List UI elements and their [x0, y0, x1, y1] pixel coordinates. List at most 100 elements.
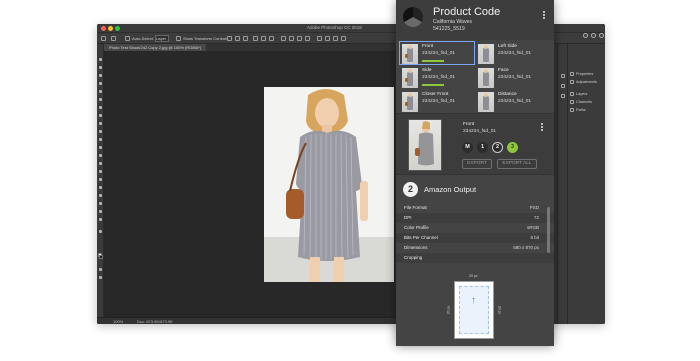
screen-mode-icon[interactable]	[99, 276, 102, 279]
selected-shot-image	[408, 119, 442, 171]
quick-mask-icon[interactable]	[99, 268, 102, 271]
thumbnail-face[interactable]: Face 234234_fsd_01	[475, 65, 551, 89]
progress-bar	[422, 84, 444, 86]
quick-select-tool-icon[interactable]	[99, 82, 102, 85]
thumbnail-image	[478, 44, 494, 64]
minimize-window-button[interactable]	[108, 26, 113, 31]
paragraph-icon[interactable]	[561, 94, 565, 98]
frame-tool-icon[interactable]	[99, 98, 102, 101]
lasso-tool-icon[interactable]	[99, 74, 102, 77]
adjustments-icon	[570, 80, 574, 84]
move-tool-icon[interactable]	[111, 36, 116, 41]
zoom-level[interactable]: 100%	[113, 319, 123, 324]
output-1-button[interactable]: 1	[477, 142, 488, 153]
property-key: Cropping	[404, 255, 423, 260]
align-top-icon[interactable]	[253, 36, 258, 41]
shape-tool-icon[interactable]	[99, 202, 102, 205]
property-value: 72	[533, 215, 539, 220]
hand-tool-icon[interactable]	[99, 210, 102, 213]
thumbnail-left-side[interactable]: Left Side 234234_fsd_01	[475, 41, 551, 65]
thumbnail-distance[interactable]: Distance 234234_fsd_01	[475, 89, 551, 113]
property-value: 580 x 870 px	[513, 245, 539, 250]
move-tool-icon[interactable]	[99, 58, 102, 61]
crop-safe-area: ↑	[459, 286, 489, 334]
3d-rotate-icon[interactable]	[325, 36, 330, 41]
eyedropper-tool-icon[interactable]	[99, 106, 102, 109]
zoom-tool-icon[interactable]	[99, 218, 102, 221]
auto-select-checkbox[interactable]	[125, 36, 130, 41]
brush-tool-icon[interactable]	[99, 122, 102, 125]
show-transform-checkbox[interactable]	[176, 36, 181, 41]
header-menu-icon[interactable]	[543, 14, 545, 16]
distribute-vertical-icon[interactable]	[297, 36, 302, 41]
history-icon[interactable]	[561, 74, 565, 78]
export-button[interactable]: EXPORT	[462, 159, 492, 169]
more-tools-icon[interactable]	[99, 230, 102, 233]
type-tool-icon[interactable]	[99, 186, 102, 189]
healing-brush-tool-icon[interactable]	[99, 114, 102, 117]
property-key: Color Profile	[404, 225, 429, 230]
document-tab[interactable]: Photo Test Shoot/242 Copy 2.jpg @ 100% (…	[104, 44, 207, 51]
background-color-swatch[interactable]	[99, 255, 103, 259]
property-key: File Format	[404, 205, 427, 210]
marquee-tool-icon[interactable]	[99, 66, 102, 69]
3d-pan-icon[interactable]	[341, 36, 346, 41]
export-all-button[interactable]: EXPORT ALL	[497, 159, 537, 169]
character-icon[interactable]	[561, 84, 565, 88]
gradient-tool-icon[interactable]	[99, 154, 102, 157]
workspace-icon[interactable]	[591, 33, 596, 38]
detail-menu-icon[interactable]	[541, 126, 543, 128]
channels-panel-tab[interactable]: Channels	[576, 100, 592, 104]
property-key: Bits Per Channel	[404, 235, 438, 240]
align-middle-icon[interactable]	[261, 36, 266, 41]
crop-tool-icon[interactable]	[99, 90, 102, 93]
thumbnail-code: 234234_fsd_01	[498, 51, 532, 56]
properties-scrollbar[interactable]	[547, 207, 550, 253]
path-select-tool-icon[interactable]	[99, 194, 102, 197]
3d-roll-icon[interactable]	[333, 36, 338, 41]
search-icon[interactable]	[583, 33, 588, 38]
close-window-button[interactable]	[101, 26, 106, 31]
distribute-icon[interactable]	[281, 36, 286, 41]
product-code-panel: Product Code California Waves 541225_551…	[396, 0, 554, 346]
blur-tool-icon[interactable]	[99, 162, 102, 165]
adjustments-panel-tab[interactable]: Adjustments	[576, 80, 597, 84]
distribute-spacing-icon[interactable]	[305, 36, 310, 41]
output-header: 2 Amazon Output	[396, 178, 554, 200]
history-brush-tool-icon[interactable]	[99, 138, 102, 141]
eraser-tool-icon[interactable]	[99, 146, 102, 149]
align-left-icon[interactable]	[227, 36, 232, 41]
properties-panel-tab[interactable]: Properties	[576, 72, 593, 76]
output-title: Amazon Output	[424, 185, 477, 194]
thumbnail-code: 234234_fsd_01	[498, 75, 532, 80]
align-bottom-icon[interactable]	[269, 36, 274, 41]
selected-shot-illustration	[415, 121, 434, 166]
align-right-icon[interactable]	[243, 36, 248, 41]
share-icon[interactable]	[599, 33, 604, 38]
clone-stamp-tool-icon[interactable]	[99, 130, 102, 133]
thumbnail-closer-front[interactable]: Closer Front 234234_fsd_01	[399, 89, 475, 113]
paths-panel-tab[interactable]: Paths	[576, 108, 586, 112]
layers-panel-tab[interactable]: Layers	[576, 92, 587, 96]
property-row: Color Profile sRGB	[396, 223, 554, 233]
brand-logo-icon	[403, 7, 423, 27]
home-icon[interactable]	[101, 36, 106, 41]
output-m-button[interactable]: M	[462, 142, 473, 153]
pen-tool-icon[interactable]	[99, 178, 102, 181]
3d-mode-icon[interactable]	[317, 36, 322, 41]
zoom-window-button[interactable]	[115, 26, 120, 31]
dodge-tool-icon[interactable]	[99, 170, 102, 173]
align-center-icon[interactable]	[235, 36, 240, 41]
property-row: Dimensions 580 x 870 px	[396, 243, 554, 253]
distribute-horizontal-icon[interactable]	[289, 36, 294, 41]
thumbnail-side[interactable]: Side 234234_fsd_01	[399, 65, 475, 89]
thumbnail-front[interactable]: Front 234234_fsd_01	[399, 41, 475, 65]
thumbnail-image	[402, 92, 418, 112]
output-3-button[interactable]: 3	[507, 142, 518, 153]
properties-icon	[570, 72, 574, 76]
output-2-button[interactable]: 2	[492, 142, 503, 153]
channels-icon	[570, 100, 574, 104]
property-value: sRGB	[526, 225, 539, 230]
document-size: Doc: 873.9K/873.9K	[137, 319, 173, 324]
model-photo-illustration	[264, 87, 394, 282]
